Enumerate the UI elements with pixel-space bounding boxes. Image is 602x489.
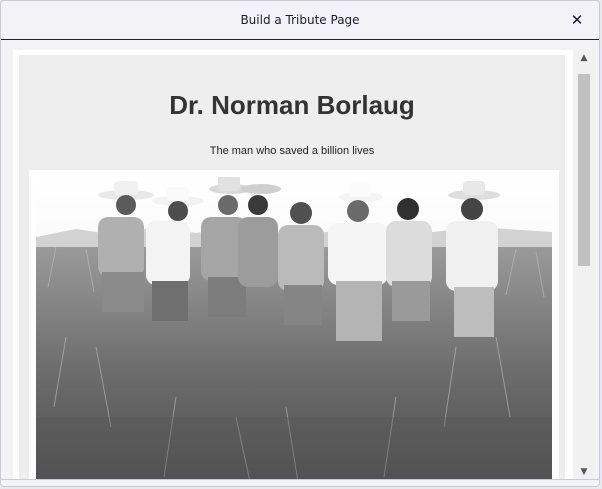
modal-footer-divider — [1, 479, 599, 480]
close-icon[interactable]: ✕ — [567, 10, 587, 30]
tribute-main: Dr. Norman Borlaug The man who saved a b… — [19, 55, 565, 480]
tribute-page-modal: Build a Tribute Page ✕ Dr. Norman Borlau… — [0, 0, 600, 487]
page-subtitle: The man who saved a billion lives — [209, 145, 375, 157]
page-title: Dr. Norman Borlaug — [169, 90, 415, 120]
vertical-scrollbar[interactable]: ▲ ▼ — [574, 50, 594, 480]
modal-title: Build a Tribute Page — [240, 13, 360, 27]
scroll-up-arrow-icon[interactable]: ▲ — [574, 50, 594, 66]
modal-body: Dr. Norman Borlaug The man who saved a b… — [1, 40, 599, 480]
tribute-photo — [36, 177, 552, 480]
image-card — [29, 170, 559, 480]
modal-header: Build a Tribute Page ✕ — [1, 1, 599, 40]
scroll-down-arrow-icon[interactable]: ▼ — [574, 464, 594, 480]
preview-frame[interactable]: Dr. Norman Borlaug The man who saved a b… — [13, 50, 573, 480]
scroll-thumb[interactable] — [578, 74, 590, 266]
